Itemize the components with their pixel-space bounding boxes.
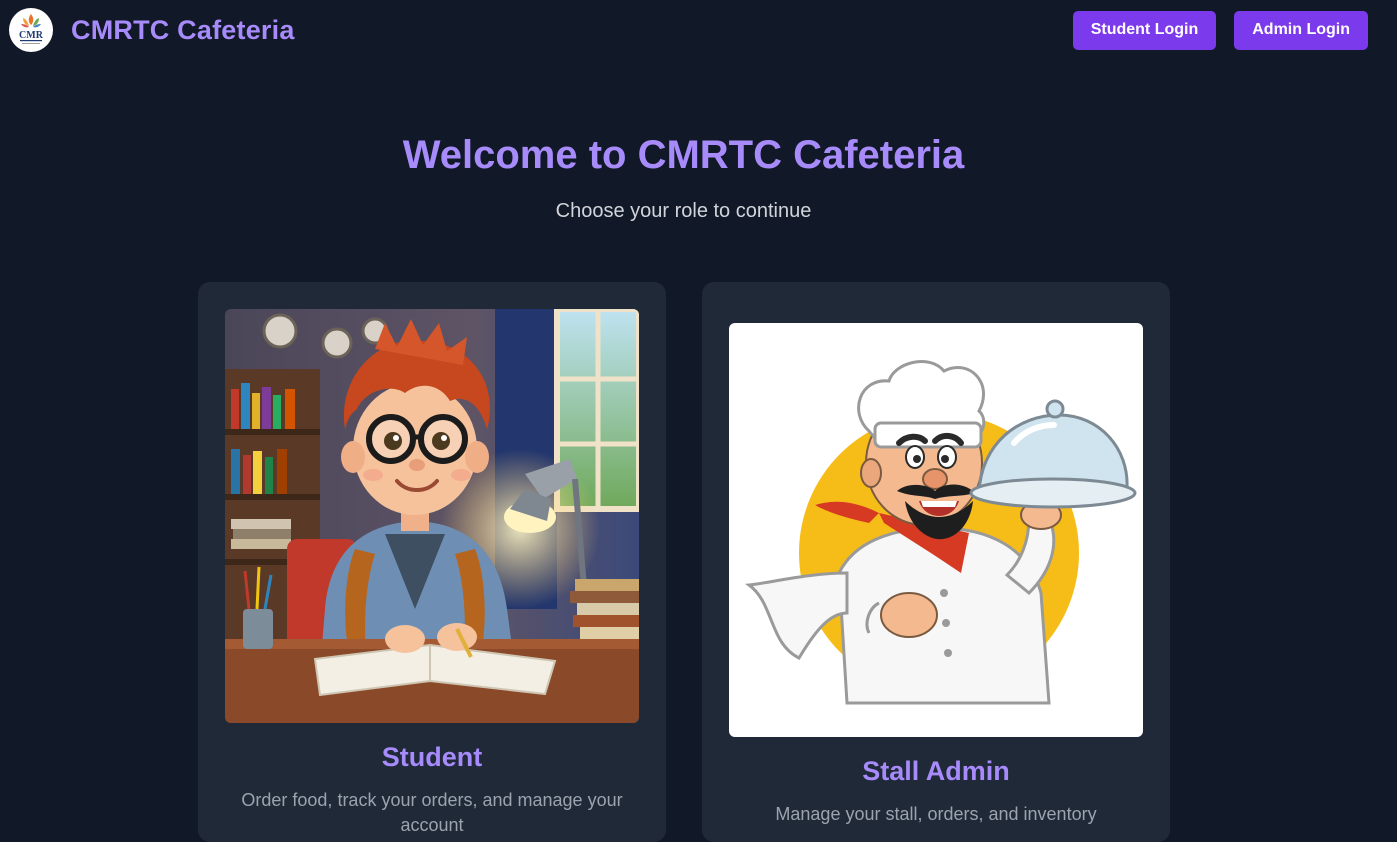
logo-text: CMR [19,30,44,41]
hero: Welcome to CMRTC Cafeteria Choose your r… [0,133,1397,223]
chef-illustration [729,323,1143,737]
navbar: CMR CMRTC Cafeteria Student Login Admin … [0,0,1397,60]
page-title: Welcome to CMRTC Cafeteria [402,133,965,177]
student-role-card[interactable]: Student Order food, track your orders, a… [198,282,666,842]
student-card-title: Student [381,742,483,772]
admin-login-button[interactable]: Admin Login [1234,10,1368,50]
student-login-button[interactable]: Student Login [1072,10,1217,50]
stall-admin-card-title: Stall Admin [862,756,1010,786]
stall-admin-card-description: Manage your stall, orders, and inventory [775,804,1097,824]
student-card-description: Order food, track your orders, and manag… [241,790,623,835]
brand[interactable]: CMR CMRTC Cafeteria [9,8,295,52]
cmr-logo: CMR [9,8,53,52]
stall-admin-role-card[interactable]: Stall Admin Manage your stall, orders, a… [702,282,1170,842]
brand-title: CMRTC Cafeteria [71,14,295,45]
student-illustration [225,309,639,723]
page-subtitle: Choose your role to continue [555,200,812,222]
nav-buttons: Student Login Admin Login [1072,10,1368,50]
